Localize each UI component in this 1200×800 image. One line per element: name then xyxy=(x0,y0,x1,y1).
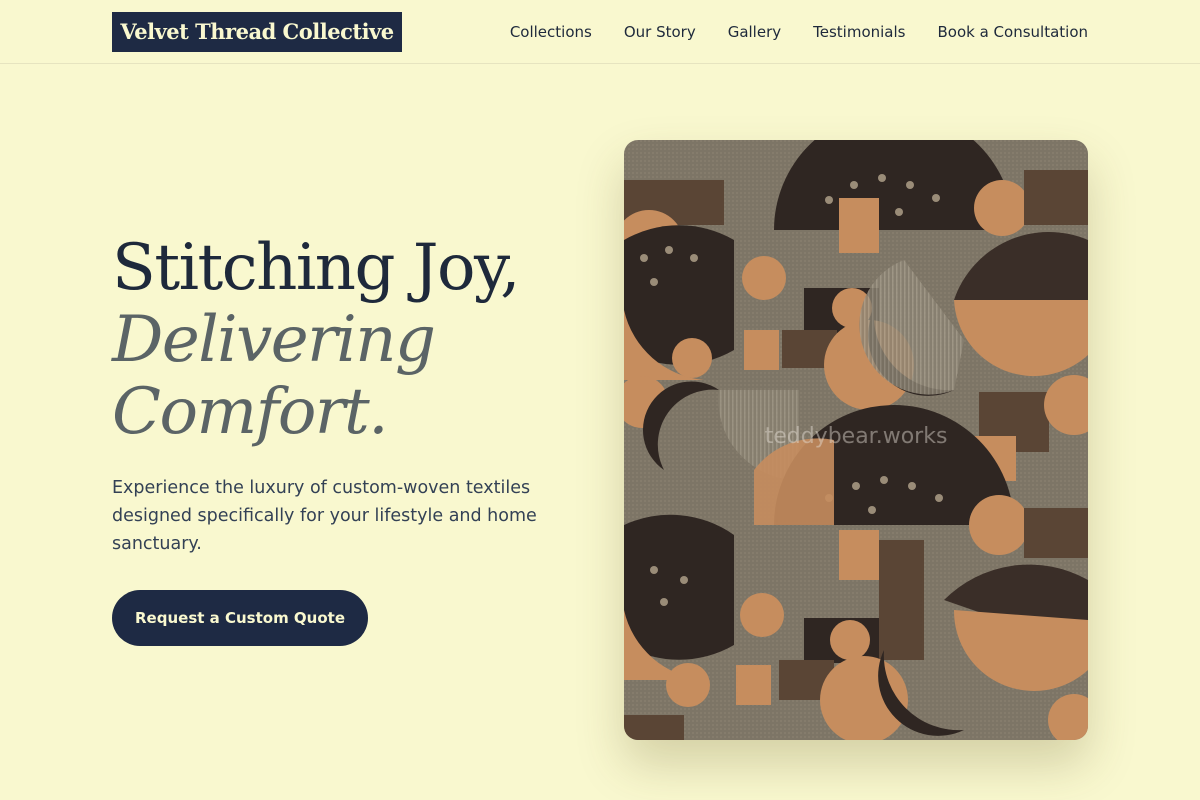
site-header: Velvet Thread Collective Collections Our… xyxy=(0,0,1200,64)
hero-title-line-3: Comfort. xyxy=(112,375,389,449)
request-quote-button[interactable]: Request a Custom Quote xyxy=(112,590,368,646)
hero-subtitle: Experience the luxury of custom-woven te… xyxy=(112,478,537,554)
nav-link-gallery[interactable]: Gallery xyxy=(728,23,781,41)
nav-link-book-consultation[interactable]: Book a Consultation xyxy=(937,23,1088,41)
hero-fabric-image: teddybear.works xyxy=(624,140,1088,740)
hero-title-line-2: Delivering xyxy=(112,303,436,377)
nav-link-our-story[interactable]: Our Story xyxy=(624,23,696,41)
nav-link-testimonials[interactable]: Testimonials xyxy=(813,23,905,41)
site-logo[interactable]: Velvet Thread Collective xyxy=(112,12,402,52)
nav-link-collections[interactable]: Collections xyxy=(510,23,592,41)
hero-title-line-1: Stitching Joy, xyxy=(112,231,521,305)
hero-title: Stitching Joy, Delivering Comfort. xyxy=(112,231,521,449)
main-nav: Collections Our Story Gallery Testimonia… xyxy=(510,0,1088,64)
fabric-pattern-image xyxy=(624,140,1088,740)
